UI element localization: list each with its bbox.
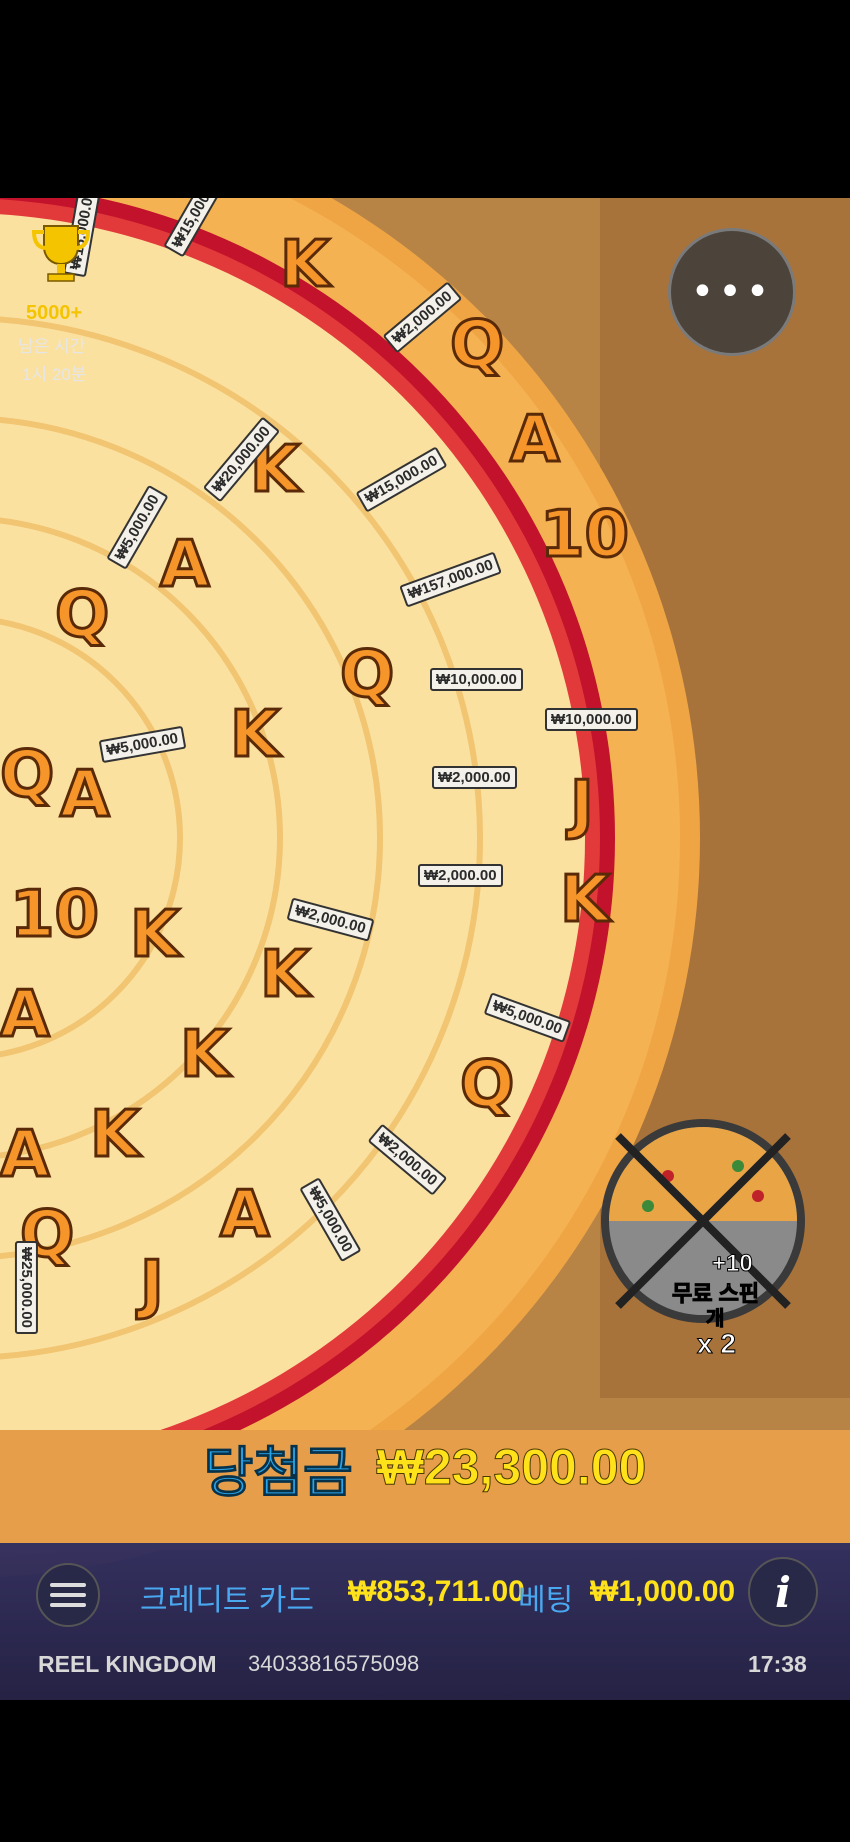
symbol-letter: A	[59, 757, 112, 834]
info-icon: i	[775, 1567, 791, 1617]
symbol-letter: A	[0, 977, 51, 1054]
symbol-letter: K	[179, 1017, 232, 1094]
symbol-letter: J	[139, 1247, 166, 1324]
win-display: 당첨금 ₩23,300.00	[0, 1432, 850, 1504]
symbol-letter: Q	[458, 1047, 515, 1124]
prize-chip: ₩2,000.00	[432, 766, 517, 789]
symbol-letter: K	[89, 1097, 142, 1174]
symbol-letter: A	[159, 527, 212, 604]
symbol-letter: A	[0, 1117, 51, 1194]
symbol-letter: Q	[448, 307, 505, 384]
prize-chip: ₩2,000.00	[418, 864, 503, 887]
symbol-letter: A	[219, 1177, 272, 1254]
symbol-letter: Q	[53, 577, 110, 654]
more-options-button[interactable]: •••	[668, 228, 796, 356]
symbol-letter: J	[569, 767, 596, 844]
bet-value[interactable]: ₩1,000.00	[590, 1575, 735, 1609]
symbol-letter: Q	[338, 637, 395, 714]
info-button[interactable]: i	[748, 1557, 818, 1627]
trophy-count: 5000+	[26, 302, 83, 324]
prize-chip: ₩25,000.00	[14, 1241, 38, 1334]
symbol-letter: A	[509, 402, 562, 479]
win-value: ₩23,300.00	[376, 1439, 647, 1496]
symbol-letter: 10	[8, 877, 100, 954]
bet-label: 베팅	[518, 1584, 574, 1617]
symbol-letter: K	[129, 897, 182, 974]
game-area[interactable]: K Q A K Q A 10 Q A K Q J K K K A Q K A J…	[0, 198, 850, 1700]
symbol-letter: Q	[0, 737, 56, 814]
trophy-panel[interactable]: 5000+ 남은 시간 1시 20분	[0, 198, 122, 386]
round-id: 34033816575098	[248, 1651, 420, 1676]
win-label: 당첨금	[203, 1442, 353, 1503]
symbol-letter: K	[229, 697, 282, 774]
menu-button[interactable]	[36, 1563, 100, 1627]
bottom-bar: 크레디트 카드 ₩853,711.00 베팅 ₩1,000.00 i REEL …	[0, 1543, 850, 1700]
remaining-time-value: 1시 20분	[22, 365, 87, 384]
more-dots-icon: •••	[690, 269, 774, 315]
symbol-letter: K	[559, 862, 612, 939]
credit-label: 크레디트 카드	[140, 1584, 314, 1617]
bonus-unit-label: 개	[705, 1308, 725, 1331]
symbol-letter: K	[259, 937, 312, 1014]
hamburger-icon	[50, 1583, 86, 1587]
prize-chip: ₩10,000.00	[430, 668, 523, 691]
credit-value: ₩853,711.00	[348, 1575, 525, 1608]
bonus-multiplier: x 2	[697, 1328, 737, 1360]
symbol-letter: K	[279, 227, 332, 304]
bonus-plus-text: +10	[712, 1250, 754, 1278]
brand-name: REEL KINGDOM	[38, 1651, 217, 1677]
clock: 17:38	[748, 1651, 807, 1677]
trophy-icon	[31, 225, 91, 282]
prize-chip: ₩10,000.00	[545, 708, 638, 731]
symbol-letter: 10	[538, 497, 630, 574]
remaining-time-label: 남은 시간	[18, 337, 86, 356]
